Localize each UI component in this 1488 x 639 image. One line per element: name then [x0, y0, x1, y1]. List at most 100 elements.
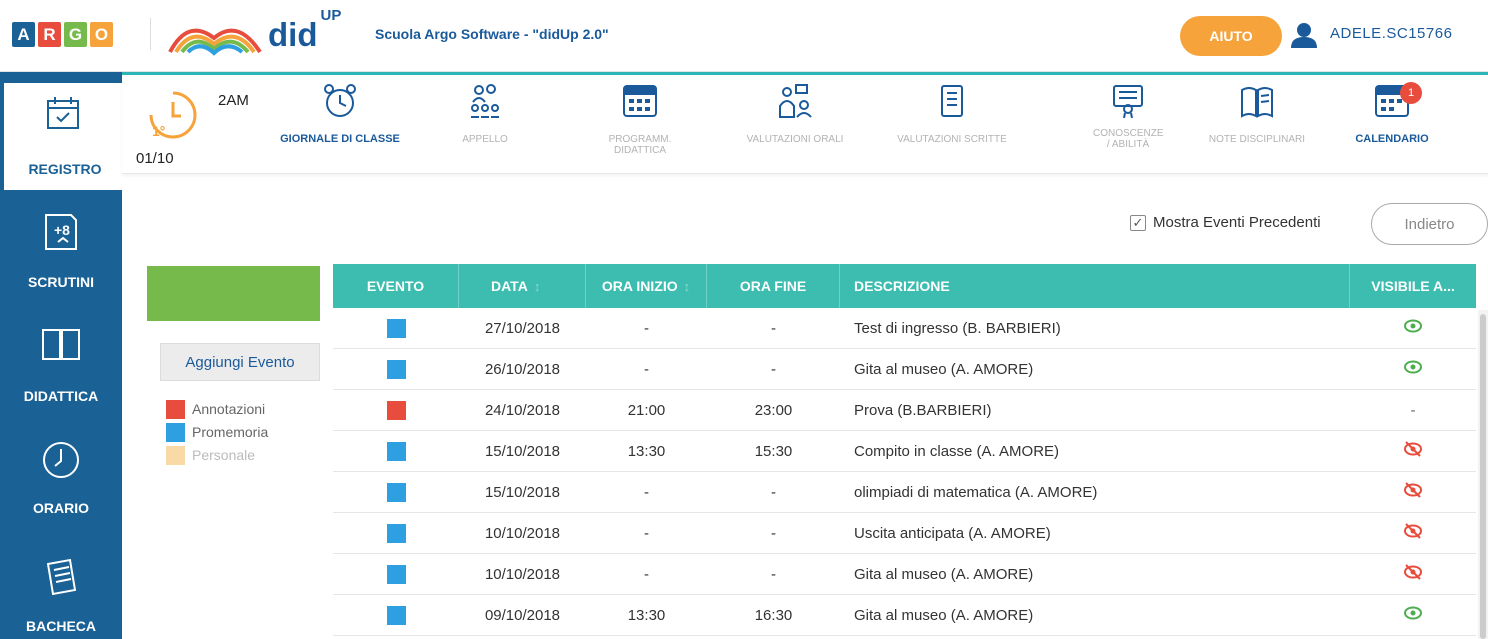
cell-ora-inizio: -	[644, 483, 649, 501]
eye-off-icon[interactable]	[1404, 441, 1422, 461]
username[interactable]: ADELE.SC15766	[1330, 25, 1452, 42]
cell-data: 15/10/2018	[484, 483, 561, 501]
legend-swatch	[166, 445, 185, 465]
sidebar-item-label: SCRUTINI	[27, 274, 95, 290]
sidebar-item-bacheca[interactable]: BACHECA	[0, 552, 122, 639]
sort-icon: ↕	[683, 278, 691, 294]
cell-data: 15/10/2018	[484, 442, 561, 460]
table-row[interactable]: 24/10/2018 21:00 23:00 Prova (B.BARBIERI) -	[333, 390, 1476, 431]
event-type-swatch	[386, 318, 406, 338]
tool-label: VALUTAZIONI ORALI	[746, 134, 844, 145]
table-row[interactable]: 10/10/2018 - - Uscita anticipata (A. AMORE)	[333, 513, 1476, 554]
cell-data: 10/10/2018	[484, 524, 561, 542]
lesson-clock-icon: 1°	[149, 91, 197, 139]
notes-icon	[46, 558, 77, 596]
cell-visibile	[1350, 431, 1476, 471]
column-header-evento[interactable]: EVENTO	[333, 264, 459, 308]
tool-valutazioni-scritte[interactable]: VALUTAZIONI SCRITTE	[892, 84, 1012, 145]
cell-descrizione: Test di ingresso (B. BARBIERI)	[854, 319, 1061, 337]
planner-icon	[623, 85, 657, 117]
sidebar-item-label: REGISTRO	[28, 161, 102, 177]
legend-item-annotazioni: Annotazioni	[166, 399, 268, 419]
scrollbar-thumb[interactable]	[1480, 314, 1486, 639]
cell-ora-fine: -	[771, 483, 776, 501]
show-previous-events[interactable]: ✓ Mostra Eventi Precedenti	[1130, 214, 1321, 231]
book-icon	[42, 329, 80, 360]
lesson-hour: 1°	[152, 123, 165, 139]
cell-data: 26/10/2018	[484, 360, 561, 378]
sidebar-item-registro[interactable]: REGISTRO	[0, 83, 122, 190]
sidebar-item-orario[interactable]: ORARIO	[0, 438, 122, 538]
cell-ora-fine: 16:30	[754, 606, 793, 624]
table-row[interactable]: 10/10/2018 - - Gita al museo (A. AMORE)	[333, 554, 1476, 595]
cell-evento	[333, 390, 459, 430]
legend-item-personale: Personale	[166, 445, 268, 465]
argo-logo[interactable]: A R G O	[12, 22, 113, 47]
tool-appello[interactable]: APPELLO	[425, 84, 545, 145]
eye-off-icon[interactable]	[1404, 523, 1422, 543]
event-type-swatch	[386, 605, 406, 625]
cell-ora-inizio: 13:30	[627, 606, 666, 624]
legend-swatch	[166, 422, 185, 442]
column-header-ora-inizio[interactable]: ORA INIZIO ↕	[586, 264, 707, 308]
table-row[interactable]: 27/10/2018 - - Test di ingresso (B. BARBIER…	[333, 308, 1476, 349]
sidebar-item-scrutini[interactable]: +8 SCRUTINI	[0, 210, 122, 310]
cell-descrizione: Gita al museo (A. AMORE)	[854, 360, 1034, 378]
scrollbar[interactable]	[1478, 310, 1488, 639]
tool-calendario[interactable]: 1 CALENDARIO	[1332, 82, 1452, 145]
logo-letter: A	[12, 22, 35, 47]
tool-label: CALENDARIO	[1355, 133, 1429, 145]
add-event-button[interactable]: Aggiungi Evento	[160, 343, 320, 381]
event-type-swatch	[386, 523, 406, 543]
event-type-swatch	[386, 482, 406, 502]
sidebar-item-didattica[interactable]: DIDATTICA	[0, 324, 122, 424]
column-header-ora-fine[interactable]: ORA FINE	[707, 264, 840, 308]
cell-descrizione: Prova (B.BARBIERI)	[854, 401, 992, 419]
cell-ora-fine: -	[771, 319, 776, 337]
eye-off-icon[interactable]	[1404, 564, 1422, 584]
written-eval-icon	[941, 85, 963, 117]
cell-visibile: -	[1350, 390, 1476, 430]
table-row[interactable]: 15/10/2018 - - olimpiadi di matematica (A. …	[333, 472, 1476, 513]
eye-off-icon[interactable]	[1404, 482, 1422, 502]
table-row[interactable]: 26/10/2018 - - Gita al museo (A. AMORE)	[333, 349, 1476, 390]
cell-ora-fine: -	[771, 524, 776, 542]
back-button[interactable]: Indietro	[1371, 203, 1488, 245]
cell-evento	[333, 349, 459, 389]
cell-descrizione: olimpiadi di matematica (A. AMORE)	[854, 483, 1098, 501]
cell-descrizione: Uscita anticipata (A. AMORE)	[854, 524, 1051, 542]
tool-giornale-di-classe[interactable]: GIORNALE DI CLASSE	[280, 84, 400, 145]
alarm-clock-icon	[324, 84, 356, 117]
cell-data: 24/10/2018	[484, 401, 561, 419]
tool-valutazioni-orali[interactable]: VALUTAZIONI ORALI	[735, 84, 855, 145]
eye-icon[interactable]	[1404, 606, 1422, 624]
app-name-sup: UP	[320, 7, 342, 24]
tool-programm-didattica[interactable]: PROGRAMM. DIDATTICA	[580, 84, 700, 156]
checkbox[interactable]: ✓	[1130, 214, 1146, 231]
legend-item-promemoria: Promemoria	[166, 422, 268, 442]
user-icon[interactable]	[1290, 22, 1318, 48]
column-header-data[interactable]: DATA ↕	[459, 264, 586, 308]
column-header-descrizione[interactable]: DESCRIZIONE	[840, 264, 1350, 308]
class-name[interactable]: 2AM	[218, 92, 249, 109]
cell-evento	[333, 595, 459, 635]
cell-evento	[333, 308, 459, 348]
rainbow-logo-icon	[168, 28, 262, 56]
app-name: didUP	[268, 7, 341, 54]
cell-data: 09/10/2018	[484, 606, 561, 624]
eye-icon[interactable]	[1404, 319, 1422, 337]
cell-ora-inizio: 13:30	[627, 442, 666, 460]
table-row[interactable]: 15/10/2018 13:30 15:30 Compito in classe (A…	[333, 431, 1476, 472]
column-header-visibile[interactable]: VISIBILE A...	[1350, 264, 1476, 308]
logo-letter: O	[90, 22, 113, 47]
help-button[interactable]: AIUTO	[1180, 16, 1282, 56]
current-date[interactable]: 01/10	[136, 150, 174, 167]
tool-conoscenze-abilita[interactable]: CONOSCENZE / ABILITÀ	[1068, 84, 1188, 150]
tool-note-disciplinari[interactable]: NOTE DISCIPLINARI	[1197, 84, 1317, 145]
eye-icon[interactable]	[1404, 360, 1422, 378]
cell-evento	[333, 431, 459, 471]
event-type-swatch	[386, 564, 406, 584]
event-type-swatch	[386, 400, 406, 420]
notebook-icon	[1241, 87, 1273, 118]
table-row[interactable]: 09/10/2018 13:30 16:30 Gita al museo (A. AM…	[333, 595, 1476, 636]
